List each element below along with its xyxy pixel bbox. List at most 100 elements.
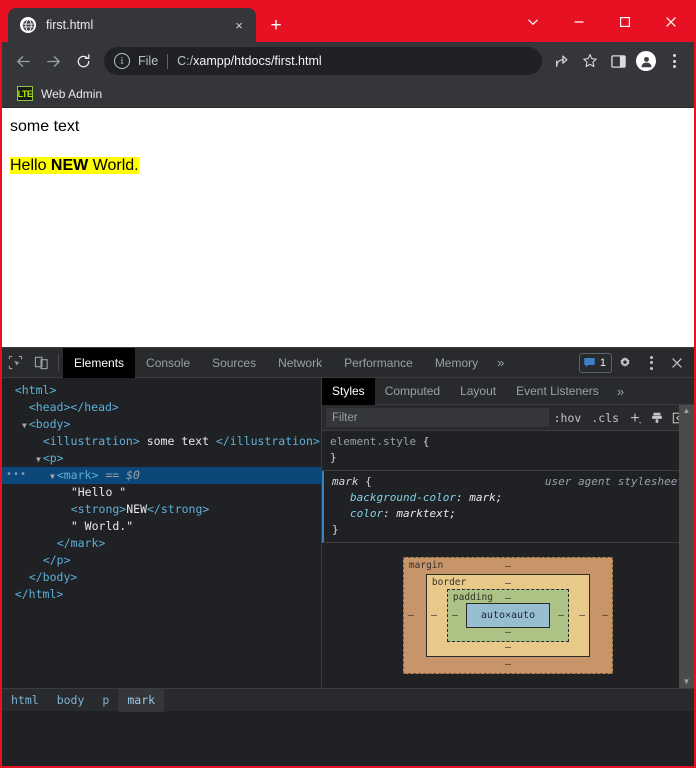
breadcrumb-item-html[interactable]: html — [2, 689, 48, 712]
css-rule[interactable]: element.style {} — [322, 431, 694, 471]
tab-search-icon[interactable] — [510, 5, 556, 39]
rule-selector[interactable]: mark — [332, 475, 359, 488]
device-toolbar-icon[interactable] — [28, 350, 54, 376]
breadcrumb-item-body[interactable]: body — [48, 689, 94, 712]
info-circle-icon[interactable]: i — [114, 53, 130, 69]
share-icon[interactable] — [548, 47, 576, 75]
profile-avatar-icon[interactable] — [632, 47, 660, 75]
devtools-tab-elements[interactable]: Elements — [63, 348, 135, 378]
tab-close-icon[interactable]: × — [230, 16, 248, 34]
devtools-tab-sources[interactable]: Sources — [201, 348, 267, 378]
sidebar-tab-event-listeners[interactable]: Event Listeners — [506, 378, 609, 405]
box-model-padding-label: padding — [453, 592, 493, 603]
hov-button[interactable]: :hov — [549, 411, 587, 425]
dom-tree[interactable]: ▼<html>▼<head></head>▼<body>▼<illustrati… — [2, 378, 322, 688]
dom-node-row[interactable]: ▼"Hello " — [2, 484, 321, 501]
disclosure-triangle-icon[interactable]: ▼ — [50, 472, 55, 481]
gear-icon[interactable] — [612, 350, 638, 376]
box-model-margin[interactable]: margin ‒ ‒ ‒ ‒ border ‒ ‒ ‒ ‒ paddin — [403, 557, 613, 674]
disclosure-triangle-icon[interactable]: ▼ — [22, 421, 27, 430]
sidebar-tabs-overflow-icon[interactable]: » — [609, 376, 632, 406]
css-property-name[interactable]: color — [350, 507, 383, 520]
cls-button[interactable]: .cls — [586, 411, 624, 425]
plus-new-style-rule-icon[interactable] — [624, 407, 646, 429]
disclosure-triangle-icon[interactable]: ▼ — [36, 455, 41, 464]
padding-bottom-value[interactable]: ‒ — [505, 628, 511, 638]
kebab-menu-icon[interactable] — [660, 47, 688, 75]
css-property[interactable]: color: marktext; — [332, 506, 686, 522]
maximize-icon[interactable] — [602, 5, 648, 39]
devtools-body: ▼<html>▼<head></head>▼<body>▼<illustrati… — [2, 378, 694, 688]
devtools-tab-console[interactable]: Console — [135, 348, 201, 378]
border-right-value[interactable]: ‒ — [579, 611, 585, 621]
node-badge[interactable]: ••• — [6, 469, 27, 481]
scroll-up-arrow-icon[interactable]: ▲ — [683, 407, 691, 415]
dom-node-row[interactable]: ▼<head></head> — [2, 399, 321, 416]
new-tab-button[interactable]: + — [262, 11, 290, 39]
padding-right-value[interactable]: ‒ — [558, 611, 564, 621]
dom-node-row[interactable]: ▼<p> — [2, 450, 321, 467]
browser-tab[interactable]: first.html × — [8, 8, 256, 42]
dom-node-row[interactable]: ▼<body> — [2, 416, 321, 433]
lte-favicon-icon: LTE — [17, 86, 33, 101]
styles-filter-input[interactable] — [326, 408, 549, 427]
star-icon[interactable] — [576, 47, 604, 75]
styles-sidebar: Styles Computed Layout Event Listeners »… — [322, 378, 694, 688]
dom-node-row[interactable]: ▼</body> — [2, 569, 321, 586]
dom-node-row[interactable]: ▼</mark> — [2, 535, 321, 552]
back-arrow-icon[interactable] — [8, 46, 38, 76]
dom-node-row[interactable]: ▼<strong>NEW</strong> — [2, 501, 321, 518]
scroll-down-arrow-icon[interactable]: ▼ — [683, 678, 691, 686]
dom-node-row[interactable]: •••▼<mark> == $0 — [2, 467, 321, 484]
dom-node-row[interactable]: ▼</html> — [2, 586, 321, 603]
margin-top-value[interactable]: ‒ — [505, 562, 511, 572]
issues-badge[interactable]: 1 — [579, 353, 612, 373]
dom-node-row[interactable]: ▼" World." — [2, 518, 321, 535]
inspect-element-icon[interactable] — [2, 350, 28, 376]
sidebar-tab-layout[interactable]: Layout — [450, 378, 506, 405]
minimize-icon[interactable] — [556, 5, 602, 39]
sidebar-tab-styles[interactable]: Styles — [322, 378, 375, 405]
border-left-value[interactable]: ‒ — [431, 611, 437, 621]
rule-origin: user agent stylesheet — [545, 474, 684, 490]
rule-selector[interactable]: element.style — [330, 435, 416, 448]
reload-icon[interactable] — [68, 46, 98, 76]
devtools-tab-memory[interactable]: Memory — [424, 348, 489, 378]
css-property-name[interactable]: background-color — [350, 491, 456, 504]
margin-left-value[interactable]: ‒ — [408, 611, 414, 621]
dom-node-row[interactable]: ▼<html> — [2, 382, 321, 399]
border-bottom-value[interactable]: ‒ — [505, 643, 511, 653]
url-prefix: C:/ — [177, 54, 193, 68]
breadcrumb-item-p[interactable]: p — [93, 689, 118, 712]
dom-node-row[interactable]: ▼<illustration> some text </illustration… — [2, 433, 321, 450]
padding-top-value[interactable]: ‒ — [505, 594, 511, 604]
mark-element: Hello NEW World. — [10, 157, 139, 174]
dom-node-row[interactable]: ▼</p> — [2, 552, 321, 569]
devtools-tab-performance[interactable]: Performance — [333, 348, 424, 378]
margin-right-value[interactable]: ‒ — [602, 611, 608, 621]
css-rule[interactable]: user agent stylesheetmark {background-co… — [322, 471, 694, 543]
breadcrumb-item-mark[interactable]: mark — [118, 689, 164, 712]
css-property[interactable]: background-color: mark; — [332, 490, 686, 506]
box-model-border[interactable]: border ‒ ‒ ‒ ‒ padding ‒ ‒ ‒ ‒ — [426, 574, 590, 657]
forward-arrow-icon[interactable] — [38, 46, 68, 76]
padding-left-value[interactable]: ‒ — [452, 611, 458, 621]
box-model-content[interactable]: auto×auto — [466, 603, 550, 628]
close-icon[interactable] — [648, 5, 694, 39]
omnibox-divider — [167, 54, 168, 69]
styles-scrollbar[interactable]: ▲ ▼ — [679, 405, 694, 688]
box-model-margin-label: margin — [409, 560, 443, 571]
devtools-tabs-overflow-icon[interactable]: » — [489, 348, 512, 378]
side-panel-icon[interactable] — [604, 47, 632, 75]
devtools-menu-icon[interactable] — [638, 350, 664, 376]
devtools-close-icon[interactable] — [664, 350, 690, 376]
devtools-tab-network[interactable]: Network — [267, 348, 333, 378]
border-top-value[interactable]: ‒ — [505, 579, 511, 589]
element-classes-icon[interactable] — [646, 407, 668, 429]
bookmark-item-web-admin[interactable]: LTE Web Admin — [10, 83, 109, 104]
url-rest: xampp/htdocs/first.html — [193, 54, 322, 68]
sidebar-tab-computed[interactable]: Computed — [375, 378, 450, 405]
box-model-padding[interactable]: padding ‒ ‒ ‒ ‒ auto×auto — [447, 589, 569, 642]
margin-bottom-value[interactable]: ‒ — [505, 660, 511, 670]
address-bar[interactable]: i File C:/xampp/htdocs/first.html — [104, 47, 542, 75]
